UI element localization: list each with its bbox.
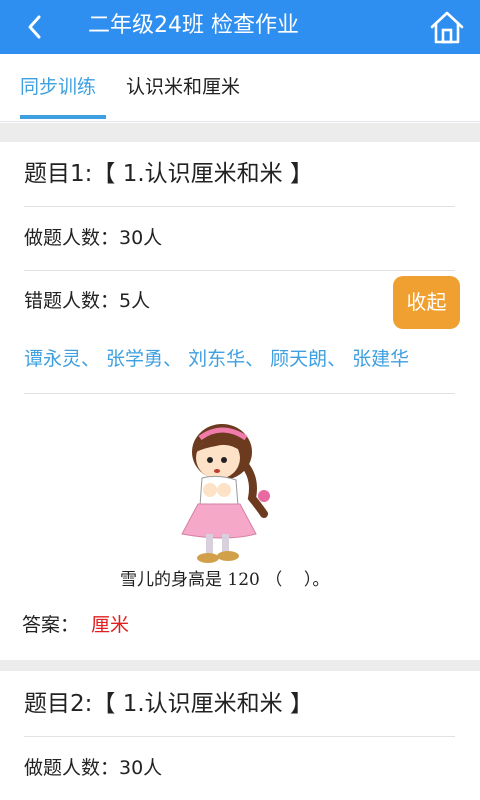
wrong-students-list[interactable]: 谭永灵、 张学勇、 刘东华、 顾天朗、 张建华: [24, 346, 409, 372]
girl-illustration: [181, 424, 270, 563]
tab-bar: 同步训练 认识米和厘米: [0, 54, 480, 122]
tab-sync-training[interactable]: 同步训练: [20, 74, 96, 100]
active-tab-indicator: [20, 115, 106, 119]
question-text: 雪儿的身高是 120 （ ）。: [120, 570, 330, 590]
collapse-button[interactable]: 收起: [393, 276, 460, 329]
section-gap: [0, 660, 480, 671]
question-title: 题目1:【 1.认识厘米和米 】: [24, 161, 313, 187]
answered-count: 做题人数：30人: [24, 757, 163, 779]
page-title: 二年级24班 检查作业: [88, 13, 299, 38]
home-icon[interactable]: [428, 8, 466, 46]
wrong-count: 错题人数：5人: [24, 290, 151, 312]
top-bar: 二年级24班 检查作业: [0, 0, 480, 54]
tab-meter-centimeter[interactable]: 认识米和厘米: [126, 74, 240, 100]
divider: [24, 206, 455, 207]
answer-label: 答案：: [22, 614, 80, 636]
divider: [24, 270, 455, 271]
back-chevron-icon[interactable]: [20, 12, 50, 42]
section-gap: [0, 123, 480, 142]
divider: [24, 736, 455, 737]
answer-value: 厘米: [91, 614, 130, 636]
divider: [24, 393, 455, 394]
answered-count: 做题人数：30人: [24, 227, 163, 249]
question-title: 题目2:【 1.认识厘米和米 】: [24, 691, 313, 717]
